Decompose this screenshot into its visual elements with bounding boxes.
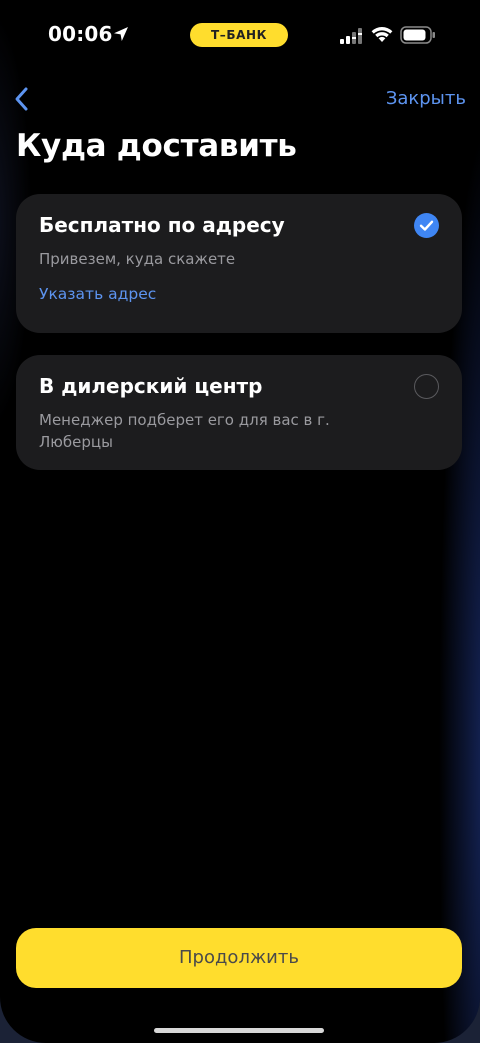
radio-empty-icon[interactable] [414,374,439,399]
page-title: Куда доставить [16,128,297,164]
chevron-left-icon[interactable] [6,82,42,116]
option-card-address[interactable]: Бесплатно по адресу Привезем, куда скаже… [16,194,462,333]
battery-icon [400,26,435,44]
close-button[interactable]: Закрыть [386,88,466,109]
radio-checked-icon[interactable] [414,213,439,238]
carrier-badge: Т–БАНК [190,23,288,47]
option-subtitle: Привезем, куда скажете [39,250,236,268]
option-title: В дилерский центр [39,374,263,398]
status-bar: 00:06 Т–БАНК [0,0,480,70]
wifi-icon [371,27,393,42]
option-subtitle: Менеджер подберет его для вас в г. Любер… [39,411,330,451]
option-title: Бесплатно по адресу [39,213,285,237]
home-indicator [154,1028,324,1033]
continue-button[interactable]: Продолжить [16,928,462,988]
signal-icon [340,28,362,44]
option-card-dealer[interactable]: В дилерский центр Менеджер подберет его … [16,355,462,470]
specify-address-link[interactable]: Указать адрес [39,285,156,303]
status-time: 00:06 [48,22,113,46]
location-arrow-icon [114,27,128,41]
phone-screen: 00:06 Т–БАНК Закрыть Куда доставить Бесп… [0,0,480,1043]
